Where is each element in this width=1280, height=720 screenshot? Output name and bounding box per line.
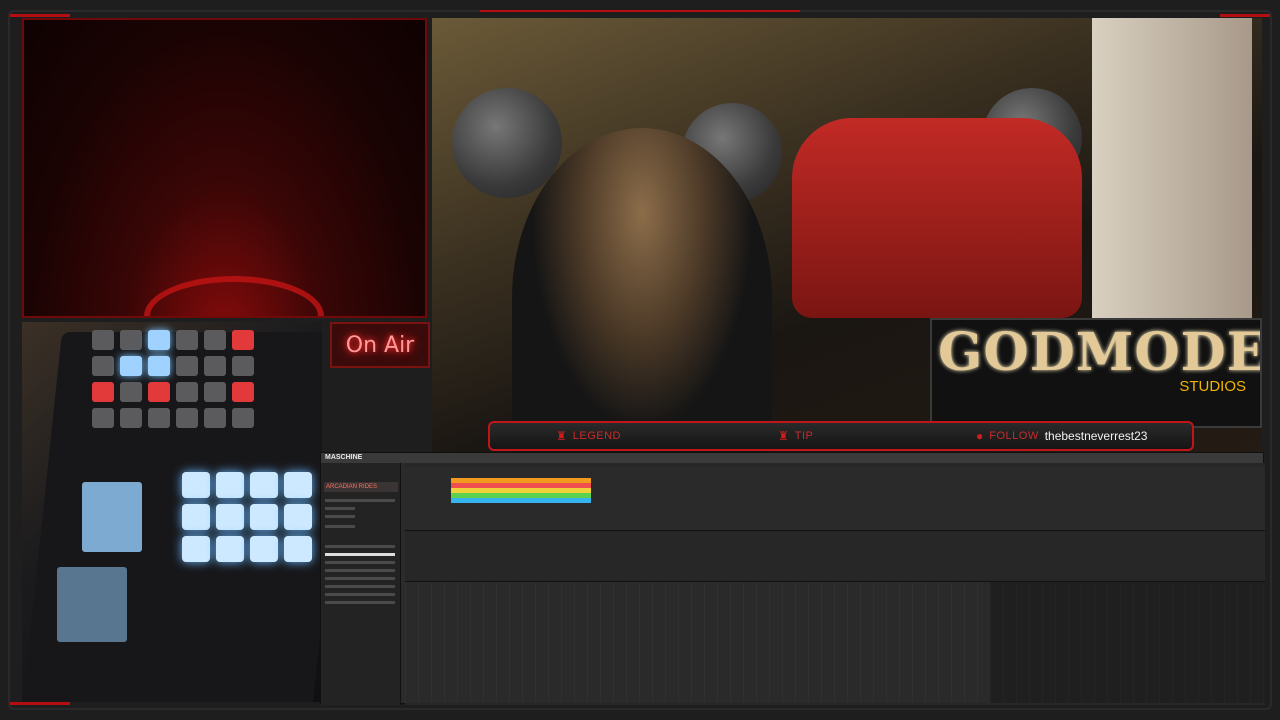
pattern-out-of-range: [990, 582, 1265, 703]
browser-header[interactable]: ARCADIAN RIDES: [324, 482, 398, 492]
camera-room-feed: [22, 18, 427, 318]
camera-controller-feed: [22, 322, 322, 702]
ticker-tip: ♜ TIP: [778, 429, 813, 443]
drum-pad-lit: [216, 536, 244, 562]
pad-matrix: [92, 330, 254, 428]
drum-pad: [452, 88, 562, 198]
pad: [232, 408, 254, 428]
logo-title: GODMODE: [938, 322, 1262, 383]
pad: [148, 330, 170, 350]
drum-pad-lit: [250, 472, 278, 498]
drum-pad-lit: [182, 536, 210, 562]
pad: [176, 408, 198, 428]
browser-item[interactable]: [325, 585, 395, 588]
pad: [176, 330, 198, 350]
arranger-pane[interactable]: [405, 467, 1265, 531]
browser-item[interactable]: [325, 601, 395, 604]
red-chair: [792, 118, 1082, 318]
pad: [120, 330, 142, 350]
brand-icon: ♜: [556, 429, 567, 443]
pad: [92, 382, 114, 402]
pad: [92, 330, 114, 350]
drum-pad-lit: [182, 472, 210, 498]
browser-header-label: ARCADIAN RIDES: [326, 484, 378, 490]
drum-pad-lit: [284, 536, 312, 562]
on-air-sign: On Air: [330, 322, 430, 368]
drum-pad-lit: [216, 472, 244, 498]
pattern-editor[interactable]: [405, 581, 1265, 703]
browser-item[interactable]: [325, 561, 395, 564]
pad: [204, 382, 226, 402]
pad: [148, 356, 170, 376]
drum-pad-lit: [284, 504, 312, 530]
ticker-follow: ● FOLLOW thebestneverrest23: [976, 429, 1147, 443]
browser-item[interactable]: [325, 545, 395, 548]
red-accent-bottom-left: [10, 702, 70, 705]
pad: [120, 382, 142, 402]
pad: [120, 356, 142, 376]
red-accent-top-left: [10, 14, 70, 17]
follow-label: FOLLOW: [989, 430, 1039, 442]
drum-pad-lit: [284, 472, 312, 498]
ticker-legend: ♜ LEGEND: [556, 429, 621, 443]
controller-screen: [82, 482, 142, 552]
pad: [232, 330, 254, 350]
browser-item[interactable]: [325, 569, 395, 572]
red-accent-top-right: [1220, 14, 1270, 17]
browser-item[interactable]: [325, 553, 395, 556]
daw-toolbar[interactable]: MASCHINE: [321, 453, 1263, 463]
on-air-text: On Air: [345, 332, 415, 358]
browser-item[interactable]: [325, 499, 395, 502]
browser-item[interactable]: [325, 515, 355, 518]
pad: [204, 408, 226, 428]
legend-label: LEGEND: [572, 430, 622, 442]
daw-browser-panel[interactable]: ARCADIAN RIDES: [321, 463, 401, 705]
brand-icon: ♜: [778, 429, 789, 443]
pad: [204, 356, 226, 376]
drum-pad-lit: [216, 504, 244, 530]
drum-pad-lit: [250, 504, 278, 530]
pad: [176, 382, 198, 402]
drum-pad-lit: [250, 536, 278, 562]
red-accent-top-center: [480, 10, 800, 12]
browser-item[interactable]: [325, 577, 395, 580]
heart-icon: ●: [976, 429, 984, 443]
stream-ticker-bar: ♜ LEGEND ♜ TIP ● FOLLOW thebestneverrest…: [488, 421, 1194, 451]
pad: [204, 330, 226, 350]
browser-item[interactable]: [325, 593, 395, 596]
drum-pads: [182, 472, 312, 562]
pad: [148, 382, 170, 402]
logo-subtitle: STUDIOS: [1179, 378, 1246, 395]
pad: [148, 408, 170, 428]
pad: [232, 356, 254, 376]
controller-screen: [57, 567, 127, 642]
arrangement-area[interactable]: [405, 463, 1265, 705]
follow-value: thebestneverrest23: [1044, 429, 1148, 443]
app-name: MASCHINE: [325, 454, 363, 461]
browser-item[interactable]: [325, 525, 355, 528]
drum-pad-lit: [182, 504, 210, 530]
pad: [92, 356, 114, 376]
browser-item[interactable]: [325, 507, 355, 510]
wall-banner: [1092, 18, 1252, 318]
pad: [92, 408, 114, 428]
streamer: [512, 128, 772, 458]
pad: [232, 382, 254, 402]
pad: [176, 356, 198, 376]
tip-label: TIP: [794, 430, 814, 442]
pad: [120, 408, 142, 428]
daw-window[interactable]: MASCHINE ARCADIAN RIDES: [320, 452, 1265, 705]
arranger-clip[interactable]: [451, 498, 591, 503]
studio-logo: GODMODE STUDIOS: [930, 318, 1262, 428]
lamp-glow: [144, 276, 324, 316]
